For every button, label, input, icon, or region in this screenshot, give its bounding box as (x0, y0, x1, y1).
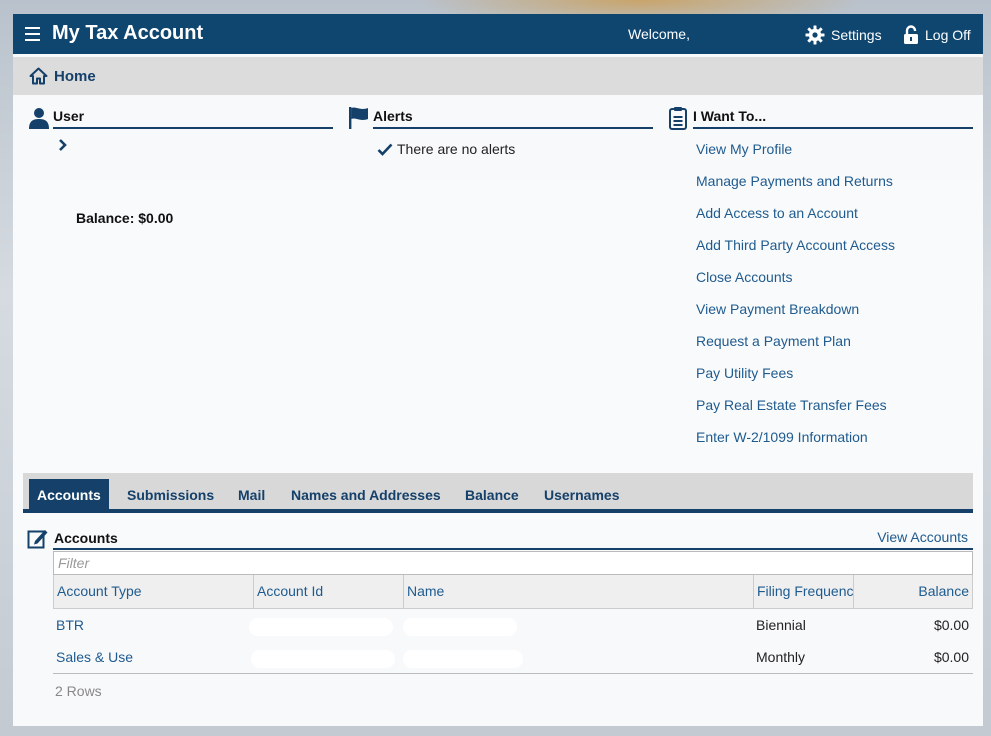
account-type-cell[interactable]: BTR (53, 609, 84, 641)
table-row: BTR Biennial $0.00 (53, 609, 973, 641)
tab-bar: Accounts Submissions Mail Names and Addr… (23, 473, 973, 513)
tab-usernames[interactable]: Usernames (536, 479, 628, 513)
link-enter-w2-1099[interactable]: Enter W-2/1099 Information (696, 429, 868, 445)
link-manage-payments-returns[interactable]: Manage Payments and Returns (696, 173, 893, 189)
logoff-label: Log Off (925, 27, 971, 43)
gear-icon (805, 25, 825, 45)
balance-cell: $0.00 (933, 617, 969, 633)
col-balance[interactable]: Balance (854, 575, 973, 608)
accounts-title: Accounts (54, 530, 118, 546)
welcome-text: Welcome, (628, 26, 690, 42)
logoff-button[interactable]: Log Off (903, 25, 971, 45)
redacted-name (403, 618, 517, 636)
iwant-panel-header: I Want To... (693, 107, 973, 129)
link-view-payment-breakdown[interactable]: View Payment Breakdown (696, 301, 859, 317)
iwant-panel-title: I Want To... (693, 108, 767, 124)
alerts-message: There are no alerts (397, 141, 516, 157)
row-count: 2 Rows (55, 683, 102, 699)
breadcrumb: Home (13, 57, 983, 95)
link-add-access-account[interactable]: Add Access to an Account (696, 205, 858, 221)
top-bar: My Tax Account Welcome, Settings Log Off (13, 14, 983, 54)
table-header: Account Type Account Id Name Filing Freq… (53, 575, 973, 609)
tab-balance[interactable]: Balance (457, 479, 527, 513)
redacted-name (403, 650, 523, 668)
alerts-panel-header: Alerts (373, 107, 653, 129)
settings-button[interactable]: Settings (805, 25, 882, 45)
lock-icon (904, 25, 918, 44)
user-icon (29, 108, 49, 129)
link-close-accounts[interactable]: Close Accounts (696, 269, 793, 285)
filing-frequency-cell: Monthly (756, 649, 806, 665)
link-add-third-party-access[interactable]: Add Third Party Account Access (696, 237, 895, 253)
account-type-cell[interactable]: Sales & Use (53, 641, 133, 673)
breadcrumb-home[interactable]: Home (54, 68, 96, 85)
link-request-payment-plan[interactable]: Request a Payment Plan (696, 333, 851, 349)
tab-names-addresses[interactable]: Names and Addresses (283, 479, 449, 513)
alerts-panel-title: Alerts (373, 108, 413, 124)
col-account-id[interactable]: Account Id (254, 575, 404, 608)
filter-input[interactable] (53, 551, 973, 575)
clipboard-icon (669, 107, 687, 130)
col-account-type[interactable]: Account Type (54, 575, 254, 608)
redacted-account-id (249, 618, 393, 636)
settings-label: Settings (831, 27, 882, 43)
tab-mail[interactable]: Mail (230, 479, 273, 513)
edit-icon (27, 530, 48, 549)
view-accounts-link[interactable]: View Accounts (877, 529, 968, 545)
link-view-my-profile[interactable]: View My Profile (696, 141, 792, 157)
link-pay-utility-fees[interactable]: Pay Utility Fees (696, 365, 793, 381)
user-balance: Balance: $0.00 (76, 210, 174, 226)
iwant-link-list: View My Profile Manage Payments and Retu… (696, 141, 895, 461)
table-footer-divider (53, 673, 973, 674)
redacted-account-id (251, 650, 395, 668)
accounts-header: Accounts View Accounts (53, 528, 973, 550)
home-icon[interactable] (29, 67, 48, 85)
filing-frequency-cell: Biennial (756, 617, 806, 633)
link-pay-real-estate-transfer-fees[interactable]: Pay Real Estate Transfer Fees (696, 397, 887, 413)
flag-icon (349, 107, 368, 129)
user-panel-title: User (53, 108, 85, 124)
user-panel-header: User (53, 107, 333, 129)
chevron-right-icon[interactable] (57, 138, 69, 152)
hamburger-menu-icon[interactable] (25, 27, 40, 41)
col-filing-frequency[interactable]: Filing Frequenc (754, 575, 854, 608)
table-row: Sales & Use Monthly $0.00 (53, 641, 973, 673)
col-name[interactable]: Name (404, 575, 754, 608)
tab-submissions[interactable]: Submissions (119, 479, 222, 513)
app-title: My Tax Account (52, 22, 204, 44)
checkmark-icon (377, 143, 393, 156)
tab-accounts[interactable]: Accounts (29, 479, 109, 513)
balance-cell: $0.00 (933, 649, 969, 665)
